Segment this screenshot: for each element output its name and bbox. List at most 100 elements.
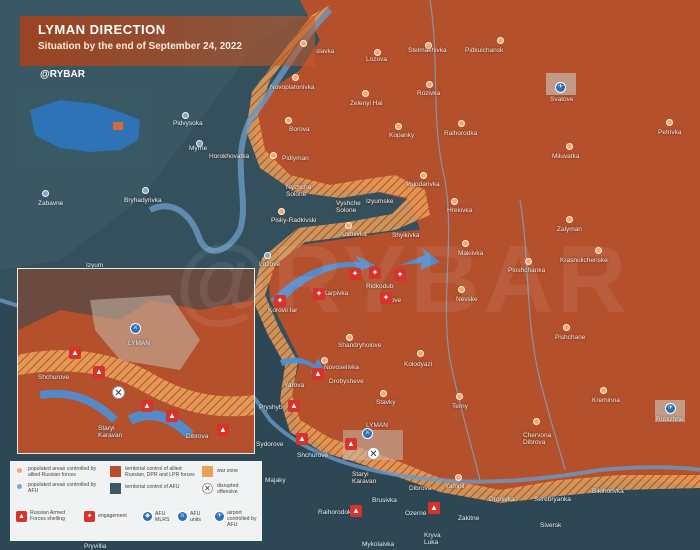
- place-kreminna[interactable]: Kreminna: [592, 397, 620, 404]
- place-zakitne[interactable]: Zakitne: [458, 515, 479, 522]
- shelling-icon: ▲: [428, 502, 440, 514]
- place-izyumske[interactable]: Izyumske: [366, 198, 393, 205]
- place-dot: [380, 390, 387, 397]
- place-myrne[interactable]: Myrne: [189, 145, 207, 152]
- place-rubizhne[interactable]: Rubizhne: [656, 416, 683, 423]
- place-pryvillia[interactable]: Pryvillia: [84, 543, 106, 550]
- engagement-icon: ✦: [349, 268, 361, 280]
- place-dot: [458, 286, 465, 293]
- legend-war-zone: war zone: [217, 468, 239, 474]
- place-dot: [666, 119, 673, 126]
- place-zelenyi-hai[interactable]: Zelenyi Hai: [350, 100, 383, 107]
- place-vyshche-solone[interactable]: Vyshche Solone: [336, 200, 361, 214]
- place-zalyman[interactable]: Zalyman: [557, 226, 582, 233]
- place-hrekivka[interactable]: Hrekivka: [447, 207, 472, 214]
- place-novoplatonivka[interactable]: Novoplatonivka: [270, 84, 314, 91]
- place-nevske[interactable]: Nevske: [456, 296, 478, 303]
- place-novoselivka[interactable]: Novoselivka: [324, 364, 359, 371]
- place-korovii-iar[interactable]: Korovii Iar: [268, 307, 297, 314]
- afu-unit-icon[interactable]: ⚔: [130, 323, 141, 334]
- place-pisky-radkivski[interactable]: Pisky-Radkivski: [271, 217, 317, 224]
- place-lozove[interactable]: Lozove: [259, 261, 280, 268]
- place-lozova[interactable]: Lozova: [366, 56, 387, 63]
- place-raihorodka-n[interactable]: Raihorodka: [444, 130, 477, 137]
- place-krasnolichenske[interactable]: Krasnolichenske: [560, 257, 608, 264]
- place-dot: [563, 324, 570, 331]
- place-mykolaivka[interactable]: Mykolaivka: [362, 541, 394, 548]
- place-siversk[interactable]: Siversk: [540, 522, 561, 529]
- engagement-icon: ✦: [380, 292, 392, 304]
- place-andriivka[interactable]: Andriivka: [340, 231, 367, 238]
- legend-airport: airport controlled by AFU: [227, 510, 257, 528]
- place-pidvysoka[interactable]: Pidvysoka: [173, 120, 203, 127]
- place-dibrova[interactable]: Dibrova: [409, 485, 431, 492]
- place-pidkuichansk[interactable]: Pidkuichansk: [465, 47, 503, 54]
- map-canvas[interactable]: LYMAN DIRECTION Situation by the end of …: [0, 0, 700, 550]
- place-yampil[interactable]: Yampil: [445, 483, 464, 490]
- place-zabavne[interactable]: Zabavne: [38, 200, 63, 207]
- place-dot-afu: [182, 112, 189, 119]
- legend-afu-populated: populated areas controlled by AFU: [28, 482, 97, 494]
- place-izyum[interactable]: Izyum: [86, 262, 103, 269]
- place-nyzhche-solone[interactable]: Nyzhche Solone: [286, 184, 311, 198]
- place-dot: [362, 90, 369, 97]
- place-volodarivka[interactable]: Volodarivka: [406, 181, 440, 188]
- legend-shelling: Russian Armed Forces shelling: [30, 510, 66, 522]
- place-shyikivka[interactable]: Shyikivka: [392, 232, 419, 239]
- place-terny[interactable]: Terny: [452, 403, 468, 410]
- place-miluvatka[interactable]: Miluvatka: [552, 153, 579, 160]
- place-stelmakhivka[interactable]: Stelmakhivka: [408, 47, 447, 54]
- legend-engagement: engagement: [98, 513, 127, 519]
- place-kryva-luka[interactable]: Kryva Luka: [424, 532, 441, 546]
- place-dot: [278, 208, 285, 215]
- place-petrivka[interactable]: Petrivka: [658, 129, 681, 136]
- place-ploshchanka[interactable]: Ploshchanka: [508, 267, 545, 274]
- place-dot: [455, 474, 462, 481]
- place-brusivka[interactable]: Brusivka: [372, 497, 397, 504]
- airport-icon[interactable]: ✈: [555, 82, 566, 93]
- place-karpivka[interactable]: Karpivka: [323, 290, 348, 297]
- place-svatove[interactable]: Svatove: [550, 96, 574, 103]
- place-sydorove[interactable]: Sydorove: [256, 441, 283, 448]
- place-kolodyazi[interactable]: Kolodyazi: [404, 361, 432, 368]
- place-horokhovatka[interactable]: Horokhovatka: [209, 153, 249, 160]
- shelling-icon: ▲: [296, 433, 308, 445]
- place-ozerne[interactable]: Ozerne: [405, 510, 426, 517]
- place-majaky[interactable]: Majaky: [265, 477, 286, 484]
- place-drobysheve[interactable]: Drobysheve: [329, 378, 364, 385]
- inset-label-shchurove: Shchurove: [38, 374, 70, 381]
- place-bilohorivka[interactable]: Bilohorivka: [592, 488, 624, 495]
- place-serebryanka[interactable]: Serebryanka: [534, 496, 571, 503]
- airport-icon[interactable]: ✈: [665, 403, 676, 414]
- shelling-icon: ▲: [166, 410, 178, 422]
- place-dronivka[interactable]: Dronivka: [489, 496, 515, 503]
- place-shandryholove[interactable]: Shandryholove: [338, 342, 381, 349]
- place-yarova[interactable]: Yarova: [284, 382, 304, 389]
- place-ridkodub[interactable]: Ridkodub: [366, 283, 393, 290]
- disrupted-offensive-icon: ✕: [112, 386, 125, 399]
- afu-unit-icon[interactable]: ⚔: [362, 428, 373, 439]
- place-rozivka[interactable]: Rozivka: [417, 90, 440, 97]
- place-kopanky[interactable]: Kopanky: [389, 132, 414, 139]
- place-stavky[interactable]: Stavky: [376, 399, 396, 406]
- legend-afu-dot: [16, 483, 23, 490]
- place-borova[interactable]: Borova: [289, 126, 310, 133]
- place-slavka[interactable]: slavka: [316, 48, 334, 55]
- place-shchurove[interactable]: Shchurove: [297, 452, 328, 459]
- place-chervona-dibrova[interactable]: Chervona Dibrova: [523, 432, 551, 446]
- place-pishchane[interactable]: Pishchane: [555, 334, 585, 341]
- place-pryshyb[interactable]: Pryshyb: [259, 404, 282, 411]
- legend-afu-territory-swatch: [110, 483, 121, 494]
- place-staryi-karavan[interactable]: Staryi Karavan: [352, 471, 376, 485]
- place-dot-afu: [42, 190, 49, 197]
- place-bryhadyrivka[interactable]: Bryhadyrivka: [124, 197, 162, 204]
- place-raihorodok[interactable]: Raihorodok: [318, 509, 351, 516]
- place-dot: [285, 117, 292, 124]
- legend-airport-icon: ✈: [214, 511, 225, 522]
- place-pidlyman[interactable]: Pidlyman: [282, 155, 309, 162]
- place-makiivka[interactable]: Makiivka: [458, 250, 483, 257]
- place-dot-afu: [142, 187, 149, 194]
- place-dot: [420, 172, 427, 179]
- shelling-icon: ▲: [141, 400, 153, 412]
- shelling-icon: ▲: [345, 438, 357, 450]
